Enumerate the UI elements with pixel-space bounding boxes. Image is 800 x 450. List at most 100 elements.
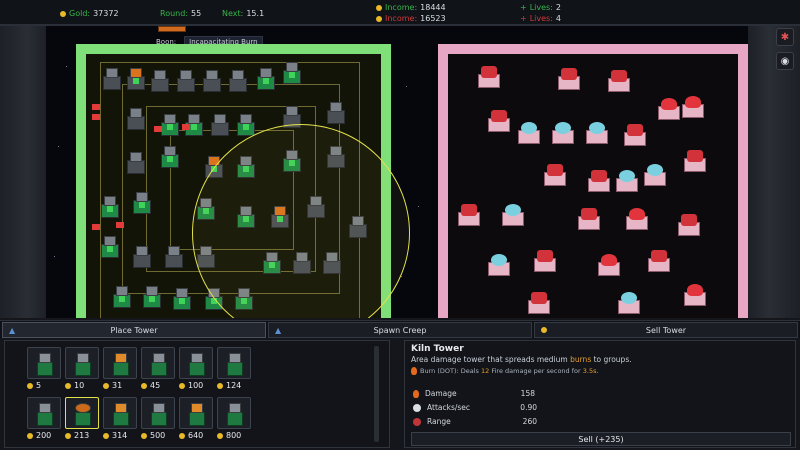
stone-spire-tower-icon: [27, 397, 61, 429]
speed-icon: [413, 403, 421, 412]
tower-name: Kiln Tower: [411, 344, 464, 354]
stone-tower-icon: [27, 347, 61, 379]
shop-price: 800: [226, 431, 242, 440]
creep-icon: ▲: [275, 325, 282, 335]
flame-tower-icon: [103, 397, 137, 429]
burn-icon: [411, 367, 417, 375]
income-red-value: 16523: [420, 14, 446, 23]
income-red-stat: Income: 16523: [376, 14, 446, 23]
kiln-tower-icon: [65, 397, 99, 429]
shop-price: 200: [36, 431, 52, 440]
shop-item[interactable]: 10: [65, 347, 105, 397]
tab-place-tower[interactable]: ▲ Place Tower: [2, 322, 266, 338]
shop-item[interactable]: 200: [27, 397, 67, 447]
lives-red-stat: + Lives: 4: [520, 14, 561, 23]
lives-red-value: 4: [555, 14, 561, 23]
coin-icon: [141, 382, 147, 389]
creep: [92, 114, 100, 120]
shop-item[interactable]: 124: [217, 347, 257, 397]
tower-icon: ▲: [9, 325, 16, 335]
shop-price: 213: [74, 431, 90, 440]
income-green-label: Income:: [385, 3, 418, 12]
lives-red-label: Lives:: [529, 14, 553, 23]
tab-label: Place Tower: [110, 325, 158, 335]
next-value: 15.1: [246, 9, 265, 18]
twin-spire-tower-icon: [141, 347, 175, 379]
lives-green-value: 2: [555, 3, 561, 12]
lives-green-label: Lives:: [529, 3, 553, 12]
game-screen: Gold: 37372 Round: 55 Next: 15.1 Income:…: [0, 0, 800, 450]
tower-info-panel: Kiln Tower Area damage tower that spread…: [404, 340, 796, 448]
creep: [92, 224, 100, 230]
damage-icon: [413, 389, 419, 398]
creep: [182, 124, 190, 130]
shop-price: 45: [150, 381, 161, 390]
tower-shop: 5 10 31 45 100 124 200 213 314 500 640 8…: [4, 340, 390, 448]
tab-label: Sell Tower: [645, 325, 687, 335]
shop-price: 10: [74, 381, 85, 390]
shop-price: 500: [150, 431, 166, 440]
round-value: 55: [191, 9, 202, 18]
shop-price: 640: [188, 431, 204, 440]
shop-item[interactable]: 314: [103, 397, 143, 447]
tab-sell-tower[interactable]: Sell Tower: [534, 322, 798, 338]
shop-price: 314: [112, 431, 128, 440]
shop-item[interactable]: 500: [141, 397, 181, 447]
shop-price: 100: [188, 381, 204, 390]
range-icon: [413, 417, 421, 426]
left-frame: [0, 26, 46, 318]
coin-icon: [179, 432, 185, 439]
tab-label: Spawn Creep: [373, 325, 427, 335]
income-red-label: Income:: [385, 14, 418, 23]
spire-tower-icon: [103, 347, 137, 379]
income-coin-icon: [376, 4, 382, 11]
coin-icon: [103, 382, 109, 389]
income-green-stat: Income: 18444: [376, 3, 446, 12]
game-map[interactable]: Boon: Incapacitating Burn: [46, 26, 748, 318]
round-stat: Round: 55: [160, 9, 201, 18]
guard-tower-icon: [141, 397, 175, 429]
shop-item[interactable]: 640: [179, 397, 219, 447]
coin-icon: [27, 382, 33, 389]
next-label: Next:: [222, 9, 244, 18]
stats-bar: Gold: 37372 Round: 55 Next: 15.1 Income:…: [0, 0, 800, 26]
action-tabs: ▲ Place Tower ▲ Spawn Creep Sell Tower: [0, 320, 800, 338]
stat-range: Range 260: [413, 417, 537, 426]
coin-icon: [65, 432, 71, 439]
gold-value: 37372: [93, 9, 119, 18]
lives-green-stat: + Lives: 2: [520, 3, 561, 12]
stat-damage: Damage 158: [413, 389, 535, 398]
settings-gear-icon[interactable]: ✱: [776, 28, 794, 46]
coin-icon: [141, 432, 147, 439]
shop-item[interactable]: 5: [27, 347, 67, 397]
shop-item[interactable]: 45: [141, 347, 181, 397]
shop-price: 124: [226, 381, 242, 390]
income-coin-icon: [376, 15, 382, 22]
creep: [154, 126, 162, 132]
creep: [116, 222, 124, 228]
castle-tower-icon: [179, 347, 213, 379]
shop-item[interactable]: 100: [179, 347, 219, 397]
round-label: Round:: [160, 9, 189, 18]
speed-toggle-button[interactable]: ◉: [776, 52, 794, 70]
shop-item-selected[interactable]: 213: [65, 397, 105, 447]
coin-icon: [103, 432, 109, 439]
citadel-tower-icon: [217, 397, 251, 429]
burn-effect-line: Burn (DOT): Deals 12 Fire damage per sec…: [411, 367, 599, 375]
creep: [92, 104, 100, 110]
inferno-tower-icon: [179, 397, 213, 429]
heart-icon: +: [520, 3, 527, 12]
shop-item[interactable]: 800: [217, 397, 257, 447]
shop-item[interactable]: 31: [103, 347, 143, 397]
gold-coin-icon: [60, 10, 66, 17]
stat-attacks-per-sec: Attacks/sec 0.90: [413, 403, 537, 412]
gold-label: Gold:: [69, 9, 91, 18]
coin-icon: [179, 382, 185, 389]
shop-scrollbar[interactable]: [374, 346, 379, 442]
tab-spawn-creep[interactable]: ▲ Spawn Creep: [268, 322, 532, 338]
next-stat: Next: 15.1: [222, 9, 264, 18]
boon-banner-icon: [158, 26, 186, 32]
coin-icon: [217, 432, 223, 439]
gold-stat: Gold: 37372: [60, 9, 119, 18]
sell-button[interactable]: Sell (+235): [411, 432, 791, 446]
